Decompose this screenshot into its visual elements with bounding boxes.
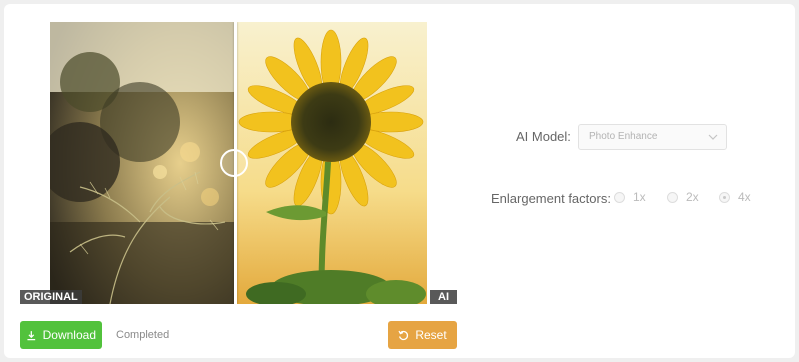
original-tag: ORIGINAL: [20, 290, 82, 304]
factor-radio-4x[interactable]: 4x: [719, 190, 751, 204]
factor-label-1x: 1x: [633, 190, 646, 204]
radio-dot: [719, 191, 730, 203]
download-icon: [27, 330, 36, 340]
ai-model-value: Photo Enhance: [589, 131, 658, 142]
factor-radio-2x[interactable]: 2x: [667, 190, 699, 204]
factor-label-2x: 2x: [686, 190, 699, 204]
image-compare[interactable]: [50, 22, 427, 304]
ai-model-select[interactable]: Photo Enhance: [578, 124, 727, 150]
factor-radio-1x[interactable]: 1x: [614, 190, 646, 204]
chevron-down-icon: [708, 134, 718, 140]
ai-tag: AI: [430, 290, 457, 304]
original-image: [50, 22, 236, 304]
factor-label-4x: 4x: [738, 190, 751, 204]
radio-dot: [614, 191, 625, 203]
compare-handle[interactable]: [220, 149, 248, 177]
ai-model-label: AI Model:: [516, 129, 571, 144]
download-button[interactable]: Download: [20, 321, 102, 349]
reset-label: Reset: [415, 328, 447, 342]
enlargement-factor-label: Enlargement factors:: [491, 191, 611, 206]
app-card: ORIGINAL AI Download Completed Reset AI …: [4, 4, 795, 358]
radio-dot: [667, 191, 678, 203]
reset-icon: [398, 330, 409, 340]
download-label: Download: [42, 328, 96, 342]
reset-button[interactable]: Reset: [388, 321, 457, 349]
status-text: Completed: [116, 329, 170, 341]
ai-image: [236, 22, 427, 304]
